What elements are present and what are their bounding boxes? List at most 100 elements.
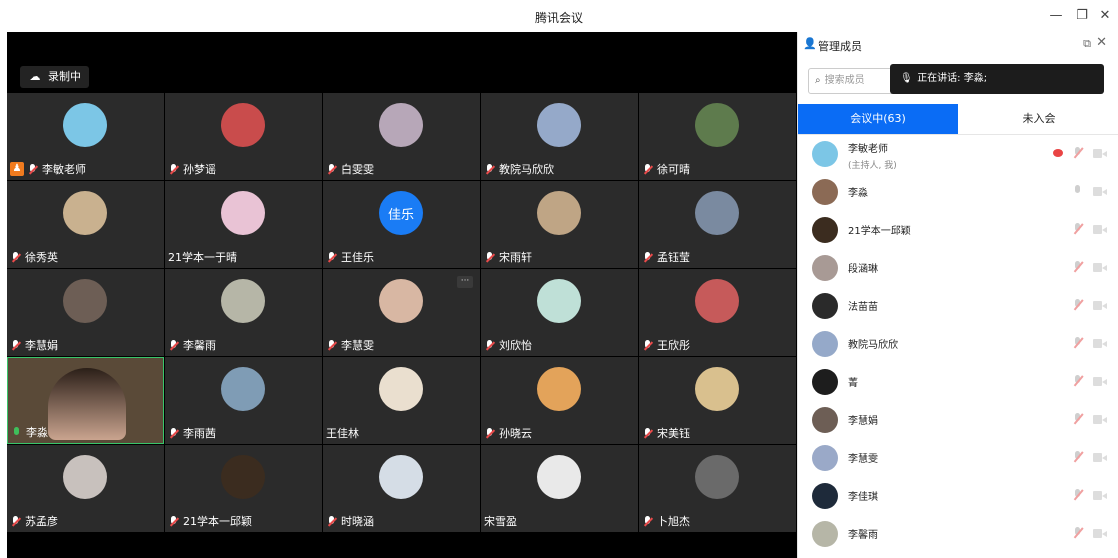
tile-name: 李慧娟: [10, 337, 58, 353]
participant-row[interactable]: 李佳琪: [798, 476, 1118, 514]
video-tile[interactable]: 李馨雨: [165, 269, 322, 356]
panel-close-button[interactable]: ✕: [1096, 35, 1107, 50]
video-tile[interactable]: ♟ 李敏老师: [7, 93, 164, 180]
avatar: [812, 255, 838, 281]
video-tile[interactable]: 苏孟彦: [7, 445, 164, 532]
panel-title: 管理成员: [818, 40, 862, 53]
tile-name: 卜旭杰: [642, 513, 690, 529]
video-tile[interactable]: 卜旭杰: [639, 445, 796, 532]
video-tile[interactable]: 21学本一于晴: [165, 181, 322, 268]
camera-off-icon[interactable]: [1093, 148, 1107, 158]
host-icon: ♟: [10, 162, 24, 176]
member-search-input[interactable]: ⌕ 搜索成员: [808, 68, 896, 94]
mic-muted-icon[interactable]: [1073, 146, 1083, 160]
video-tile[interactable]: 21学本一邱颖: [165, 445, 322, 532]
participant-name: 刘欣怡: [499, 339, 532, 352]
participant-row[interactable]: 李慧娟: [798, 400, 1118, 438]
avatar: [221, 103, 265, 147]
recording-indicator[interactable]: ☁ 录制中: [20, 66, 89, 88]
camera-off-icon[interactable]: [1093, 338, 1107, 348]
camera-off-icon[interactable]: [1093, 414, 1107, 424]
video-tile[interactable]: 宋美钰: [639, 357, 796, 444]
camera-off-icon[interactable]: [1093, 528, 1107, 538]
popout-icon[interactable]: ⧉: [1083, 37, 1091, 51]
camera-off-icon[interactable]: [1093, 452, 1107, 462]
mic-muted-icon[interactable]: [1073, 298, 1083, 312]
mic-muted-icon[interactable]: [1073, 336, 1083, 350]
participant-row[interactable]: 教院马欣欣: [798, 324, 1118, 362]
participant-row[interactable]: 李慧雯: [798, 438, 1118, 476]
tile-name: 李雨茜: [168, 425, 216, 441]
participant-row[interactable]: 李敏老师 (主持人, 我): [798, 134, 1118, 172]
tile-name: 李馨雨: [168, 337, 216, 353]
participant-row[interactable]: 李馨雨: [798, 514, 1118, 552]
camera-off-icon[interactable]: [1093, 300, 1107, 310]
restore-button[interactable]: ❐: [1073, 7, 1091, 25]
tile-name: 孟钰莹: [642, 249, 690, 265]
video-tile[interactable]: 刘欣怡: [481, 269, 638, 356]
participant-row[interactable]: 法苗苗: [798, 286, 1118, 324]
video-tile[interactable]: ··· 李慧雯: [323, 269, 480, 356]
mic-muted-icon[interactable]: [1073, 412, 1083, 426]
video-tile[interactable]: 孟钰莹: [639, 181, 796, 268]
camera-off-icon[interactable]: [1093, 186, 1107, 196]
mic-muted-icon: [326, 515, 338, 527]
avatar: [221, 367, 265, 411]
video-tile[interactable]: 时晓涵: [323, 445, 480, 532]
close-button[interactable]: ✕: [1096, 7, 1114, 25]
participant-row[interactable]: 李淼: [798, 172, 1118, 210]
video-tile[interactable]: 王佳林: [323, 357, 480, 444]
mic-muted-icon[interactable]: [1073, 450, 1083, 464]
participant-row[interactable]: 段涵琳: [798, 248, 1118, 286]
video-tile[interactable]: 王欣彤: [639, 269, 796, 356]
video-tile[interactable]: 李雨茜: [165, 357, 322, 444]
video-tile[interactable]: 佳乐 王佳乐: [323, 181, 480, 268]
mic-muted-icon[interactable]: [1073, 488, 1083, 502]
mic-muted-icon[interactable]: [1073, 374, 1083, 388]
avatar: [379, 279, 423, 323]
video-tile[interactable]: 教院马欣欣: [481, 93, 638, 180]
camera-off-icon[interactable]: [1093, 224, 1107, 234]
members-panel: 👤 管理成员 ⧉ ✕ ⌕ 搜索成员 🎙 正在讲话: 李淼; 会议中(63) 未入会…: [797, 32, 1118, 558]
window-title: 腾讯会议: [534, 11, 583, 25]
tile-more-button[interactable]: ···: [457, 276, 473, 288]
video-tile[interactable]: 徐可晴: [639, 93, 796, 180]
participant-actions: [1073, 450, 1107, 464]
mic-muted-icon: [10, 515, 22, 527]
search-icon: ⌕: [815, 75, 821, 86]
avatar: [379, 103, 423, 147]
avatar: [379, 367, 423, 411]
video-tile[interactable]: 宋雪盈: [481, 445, 638, 532]
participant-name: 李淼: [26, 426, 48, 439]
title-bar: 腾讯会议 — ❐ ✕: [0, 0, 1118, 32]
video-tile[interactable]: 孙梦谣: [165, 93, 322, 180]
video-tile[interactable]: 白雯雯: [323, 93, 480, 180]
participant-name: 王佳乐: [341, 251, 374, 264]
minimize-button[interactable]: —: [1047, 7, 1065, 25]
participant-name: 李馨雨: [183, 339, 216, 352]
mic-muted-icon: [326, 339, 338, 351]
mic-muted-icon[interactable]: [1073, 526, 1083, 540]
video-tile[interactable]: 徐秀英: [7, 181, 164, 268]
participant-row[interactable]: 21学本一邱颖: [798, 210, 1118, 248]
video-tile[interactable]: 宋雨轩: [481, 181, 638, 268]
mic-muted-icon[interactable]: [1073, 222, 1083, 236]
camera-off-icon[interactable]: [1093, 262, 1107, 272]
camera-off-icon[interactable]: [1093, 490, 1107, 500]
participant-actions: [1073, 374, 1107, 388]
avatar: [812, 217, 838, 243]
video-tile[interactable]: 孙晓云: [481, 357, 638, 444]
video-tile[interactable]: 李慧娟: [7, 269, 164, 356]
tile-name: 苏孟彦: [10, 513, 58, 529]
tile-name: 孙晓云: [484, 425, 532, 441]
tile-name: 徐秀英: [10, 249, 58, 265]
tab-not-joined[interactable]: 未入会: [959, 104, 1118, 134]
mic-icon[interactable]: [1073, 184, 1083, 198]
mic-muted-icon[interactable]: [1073, 260, 1083, 274]
video-tile[interactable]: 李淼: [7, 357, 164, 444]
mic-muted-icon: [642, 427, 654, 439]
panel-tabs: 会议中(63) 未入会: [798, 104, 1118, 135]
participant-row[interactable]: 菁: [798, 362, 1118, 400]
camera-off-icon[interactable]: [1093, 376, 1107, 386]
tab-in-meeting[interactable]: 会议中(63): [798, 104, 958, 134]
